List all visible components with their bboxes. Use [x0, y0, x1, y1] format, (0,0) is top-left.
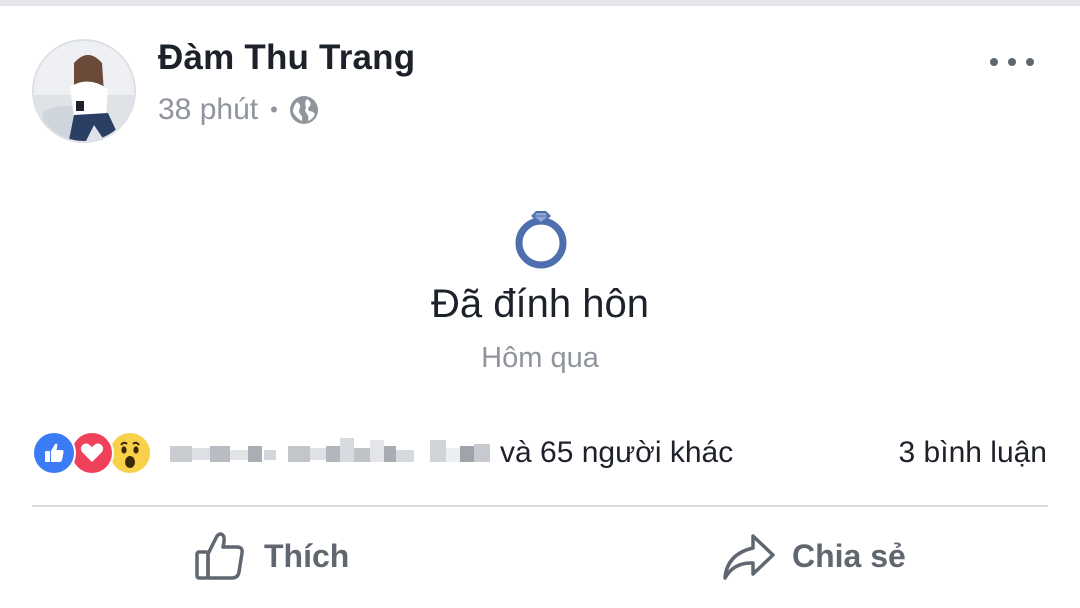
thumbs-up-icon: [195, 532, 244, 580]
post-meta: 38 phút •: [158, 92, 320, 128]
love-reaction-icon: [70, 431, 114, 475]
reaction-summary-text[interactable]: và 65 người khác: [500, 434, 733, 472]
share-button[interactable]: Chia sẻ: [720, 524, 906, 588]
like-button[interactable]: Thích: [192, 524, 349, 588]
ellipsis-dot: [1008, 58, 1016, 66]
meta-separator: •: [270, 97, 278, 122]
engagement-ring-icon: [510, 206, 572, 272]
more-options-button[interactable]: [984, 50, 1040, 74]
actions-divider: [32, 505, 1048, 507]
life-event-title: Đã đính hôn: [431, 282, 649, 326]
like-reaction-icon: [32, 431, 76, 475]
globe-icon[interactable]: [288, 94, 320, 126]
post-time[interactable]: 38 phút: [158, 93, 258, 127]
wow-reaction-icon: [108, 431, 152, 475]
share-arrow-icon: [723, 534, 775, 580]
author-avatar[interactable]: [32, 39, 136, 143]
like-button-label: Thích: [264, 537, 350, 574]
share-button-label: Chia sẻ: [792, 537, 906, 574]
top-separator: [0, 0, 1080, 6]
comments-count[interactable]: 3 bình luận: [899, 434, 1047, 472]
life-event-date: Hôm qua: [481, 342, 599, 374]
author-name[interactable]: Đàm Thu Trang: [158, 38, 415, 78]
ellipsis-dot: [990, 58, 998, 66]
reaction-icons[interactable]: [32, 430, 152, 476]
ellipsis-dot: [1026, 58, 1034, 66]
reactor-names-blurred[interactable]: [168, 434, 494, 472]
